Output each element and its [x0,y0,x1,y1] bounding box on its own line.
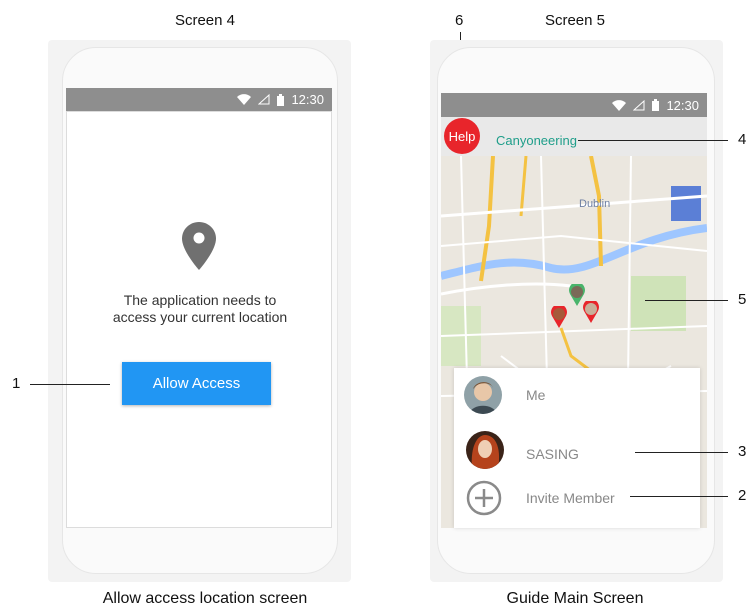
member-marker-icon[interactable] [551,306,567,328]
member-name[interactable]: Me [526,387,545,403]
wifi-icon [612,99,627,111]
callout-5: 5 [738,291,747,308]
help-button[interactable]: Help [444,118,480,154]
allow-access-button[interactable]: Allow Access [122,362,271,405]
location-pin-icon [182,222,216,270]
wifi-icon [237,94,252,105]
signal-icon [633,99,645,110]
screen4-statusbar: 12:30 [66,88,332,111]
map-city-label: Dublin [579,198,611,210]
callout-1: 1 [12,375,21,392]
screen5-status-time: 12:30 [666,97,699,113]
invite-member-button[interactable]: Invite Member [526,490,615,506]
screen4-title: Screen 4 [174,12,236,29]
location-permission-message: The application needs to access your cur… [112,292,288,325]
callout-4-line [578,140,728,141]
battery-icon [277,93,285,106]
screen5-statusbar: 12:30 [441,93,707,117]
screen5-caption: Guide Main Screen [506,590,644,607]
callout-4: 4 [738,131,747,148]
avatar-me [464,376,502,414]
screen4-status-time: 12:30 [291,92,324,107]
callout-2: 2 [738,487,747,504]
callout-1-line [30,384,110,385]
screen5-title: Screen 5 [544,12,606,29]
callout-5-line [645,300,728,301]
callout-3-line [635,452,728,453]
add-member-icon[interactable] [466,480,502,516]
screen4-caption: Allow access location screen [102,590,308,607]
signal-icon [258,94,270,105]
avatar-sasing [466,431,504,469]
member-marker-icon[interactable] [583,301,599,323]
activity-title[interactable]: Canyoneering [496,133,577,148]
callout-3: 3 [738,443,747,460]
member-name[interactable]: SASING [526,446,579,462]
callout-6: 6 [455,12,464,29]
battery-icon [652,99,660,111]
callout-2-line [630,496,728,497]
